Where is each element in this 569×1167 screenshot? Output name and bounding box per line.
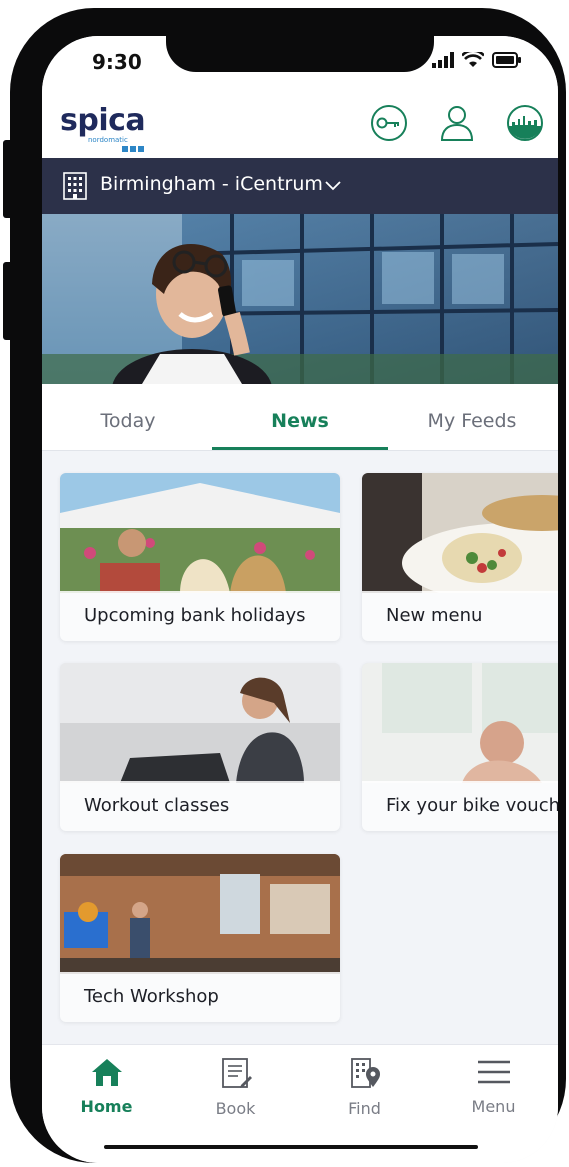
nav-book[interactable]: Book [171,1057,300,1118]
news-card-tech-workshop[interactable]: Tech Workshop [60,854,340,1022]
nav-find[interactable]: Find [300,1057,429,1118]
office-image [362,663,558,783]
news-card-new-menu[interactable]: New menu [362,473,558,641]
card-title: Fix your bike vouch [386,795,558,816]
nav-label: Find [348,1099,381,1118]
card-title: New menu [386,605,483,626]
home-icon [91,1059,122,1086]
chevron-down-icon [325,181,341,191]
find-map-icon [350,1058,380,1088]
hero-banner [42,214,558,384]
nav-home[interactable]: Home [42,1057,171,1116]
location-selector[interactable]: Birmingham - iCentrum [42,158,558,214]
news-card-bike-voucher[interactable]: Fix your bike vouch [362,663,558,831]
card-label: Upcoming bank holidays [60,591,340,641]
key-icon[interactable] [370,104,408,142]
status-icons [432,52,522,68]
workshop-image [60,854,340,974]
app-screen: 9:30 spica nordomatic Birmingham - iCent… [42,36,558,1163]
card-title: Workout classes [84,795,230,816]
content-tabs: Today News My Feeds [42,384,558,451]
nav-label: Book [215,1099,256,1118]
workout-image [60,663,340,783]
card-label: New menu [362,591,558,641]
active-tab-indicator [212,447,388,450]
news-card-bank-holidays[interactable]: Upcoming bank holidays [60,473,340,641]
logo-squares [122,146,144,152]
card-title: Tech Workshop [84,986,219,1007]
brand-name: spica [60,103,146,138]
battery-icon [492,52,521,68]
nav-label: Menu [471,1097,516,1116]
card-label: Fix your bike vouch [362,781,558,831]
hero-image [42,214,558,384]
profile-icon[interactable] [438,104,476,142]
phone-frame: 9:30 spica nordomatic Birmingham - iCent… [10,8,566,1163]
tab-news[interactable]: News [214,410,386,432]
hamburger-menu-icon [477,1060,510,1084]
city-skyline-icon[interactable] [506,104,544,142]
card-label: Workout classes [60,781,340,831]
notch [166,36,434,72]
home-indicator [104,1145,478,1149]
book-icon [221,1058,252,1088]
signal-icon [432,52,454,68]
location-name: Birmingham - iCentrum [100,173,323,195]
building-icon [63,172,87,200]
food-image [362,473,558,593]
news-card-workout[interactable]: Workout classes [60,663,340,831]
card-label: Tech Workshop [60,972,340,1022]
spica-logo: spica nordomatic [60,103,146,152]
status-bar: 9:30 [42,36,558,96]
app-header: spica nordomatic [42,96,558,158]
tab-my-feeds[interactable]: My Feeds [386,410,558,432]
nav-menu[interactable]: Menu [429,1057,558,1116]
nav-label: Home [80,1097,133,1116]
festival-image [60,473,340,593]
tab-today[interactable]: Today [42,410,214,432]
card-title: Upcoming bank holidays [84,605,306,626]
wifi-icon [462,52,484,67]
status-time: 9:30 [92,50,142,74]
